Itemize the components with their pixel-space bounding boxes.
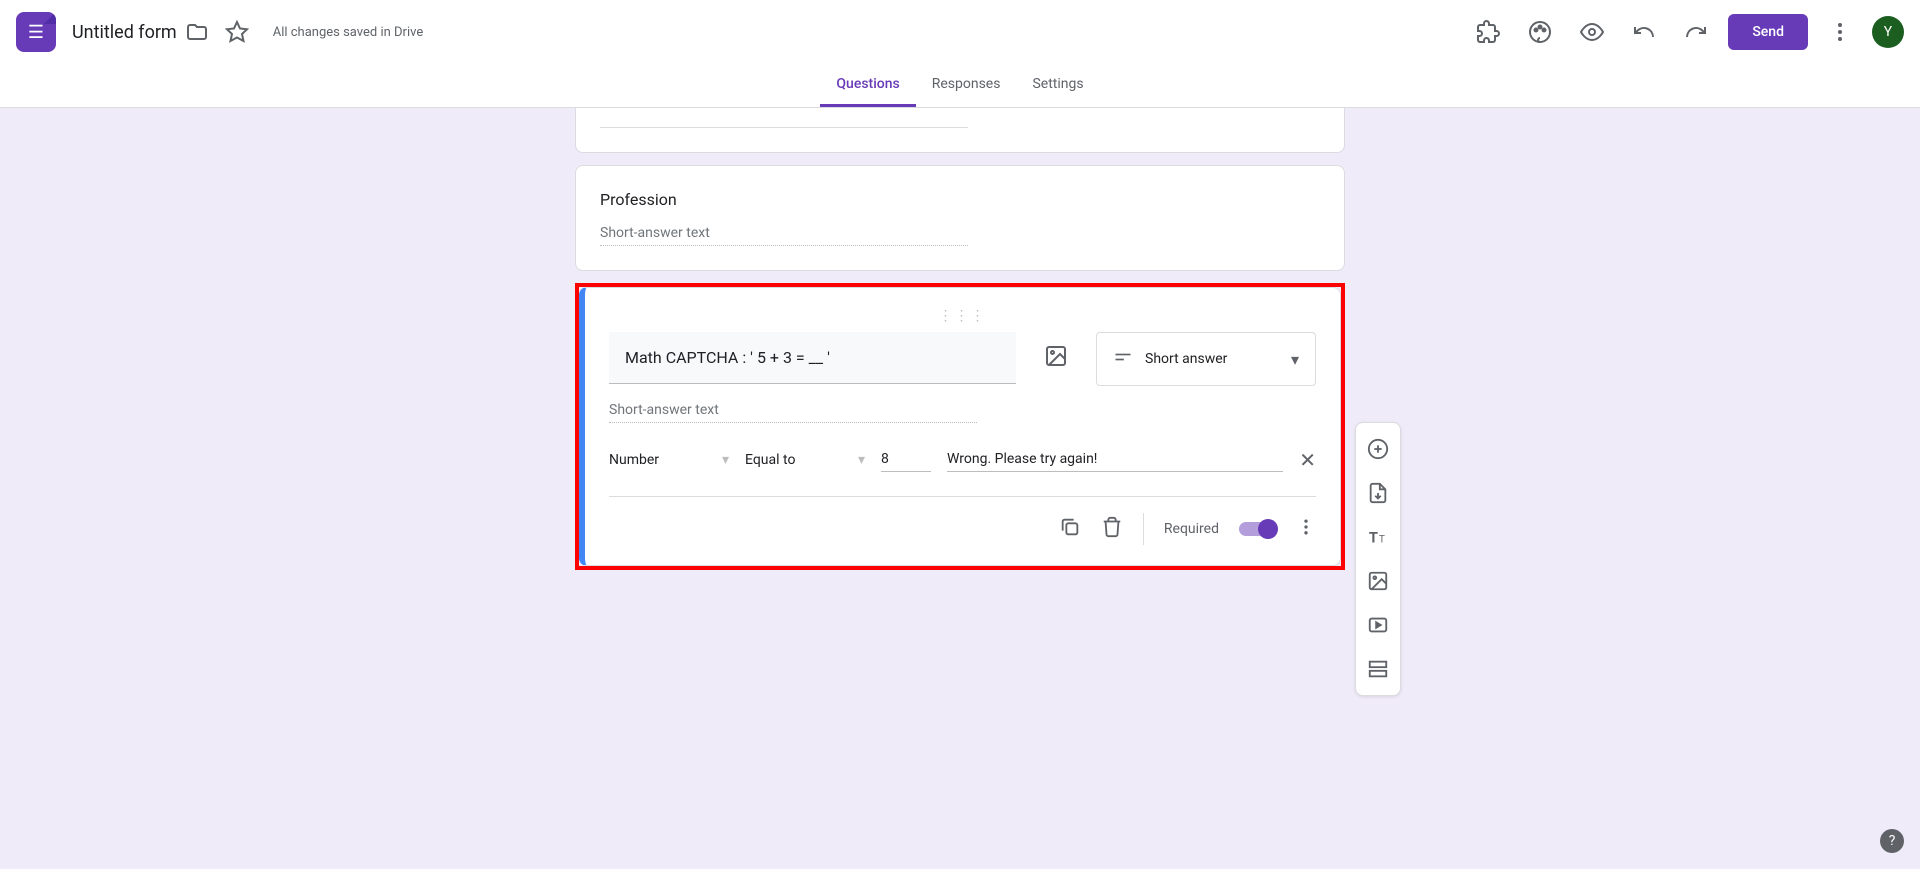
tab-settings[interactable]: Settings (1016, 64, 1099, 107)
question-type-dropdown[interactable]: Short answer ▾ (1096, 332, 1316, 386)
customize-theme-icon[interactable] (1520, 12, 1560, 52)
star-icon[interactable] (217, 12, 257, 52)
duplicate-icon[interactable] (1059, 516, 1081, 542)
validation-value-input[interactable] (881, 447, 931, 472)
tab-questions[interactable]: Questions (820, 64, 915, 107)
active-question-card[interactable]: ⋮⋮⋮ Short answer ▾ Short-answer text (579, 287, 1341, 566)
add-question-icon[interactable] (1360, 431, 1396, 467)
preview-icon[interactable] (1572, 12, 1612, 52)
validation-condition-dropdown[interactable]: Equal to ▾ (745, 452, 865, 468)
delete-icon[interactable] (1101, 516, 1123, 542)
avatar[interactable]: Y (1872, 16, 1904, 48)
required-toggle[interactable] (1239, 522, 1276, 536)
add-title-icon[interactable]: TT (1360, 519, 1396, 555)
svg-text:T: T (1379, 535, 1385, 546)
add-video-icon[interactable] (1360, 607, 1396, 643)
short-answer-placeholder: Short-answer text (609, 402, 977, 423)
add-image-icon[interactable] (1032, 332, 1080, 380)
help-icon[interactable]: ? (1880, 829, 1904, 853)
more-icon[interactable] (1820, 12, 1860, 52)
validation-type-dropdown[interactable]: Number ▾ (609, 452, 729, 468)
addons-icon[interactable] (1468, 12, 1508, 52)
chevron-down-icon: ▾ (1291, 350, 1299, 369)
tab-responses[interactable]: Responses (916, 64, 1017, 107)
import-questions-icon[interactable] (1360, 475, 1396, 511)
forms-logo[interactable]: ☰ (16, 12, 56, 52)
question-more-icon[interactable] (1296, 517, 1316, 541)
save-status: All changes saved in Drive (273, 25, 424, 40)
form-title[interactable]: Untitled form (72, 22, 177, 43)
send-button[interactable]: Send (1728, 14, 1808, 50)
close-validation-icon[interactable]: ✕ (1299, 448, 1316, 472)
highlight-annotation: ⋮⋮⋮ Short answer ▾ Short-answer text (575, 283, 1345, 570)
question-text-input[interactable] (609, 332, 1016, 384)
required-label: Required (1164, 521, 1219, 537)
short-answer-placeholder: Short-answer text (600, 225, 968, 246)
chevron-down-icon: ▾ (858, 452, 865, 468)
add-image-icon[interactable] (1360, 563, 1396, 599)
type-label: Short answer (1145, 351, 1279, 367)
chevron-down-icon: ▾ (722, 452, 729, 468)
validation-error-input[interactable] (947, 447, 1283, 472)
redo-icon[interactable] (1676, 12, 1716, 52)
side-toolbar: TT (1355, 422, 1401, 696)
move-to-folder-icon[interactable] (177, 12, 217, 52)
svg-text:T: T (1369, 529, 1378, 547)
divider (1143, 513, 1144, 545)
question-title: Profession (600, 190, 1320, 209)
add-section-icon[interactable] (1360, 651, 1396, 687)
undo-icon[interactable] (1624, 12, 1664, 52)
drag-handle-icon[interactable]: ⋮⋮⋮ (609, 308, 1316, 324)
short-answer-icon (1113, 347, 1133, 371)
profession-card[interactable]: Profession Short-answer text (575, 165, 1345, 271)
previous-card-peek[interactable] (575, 108, 1345, 153)
